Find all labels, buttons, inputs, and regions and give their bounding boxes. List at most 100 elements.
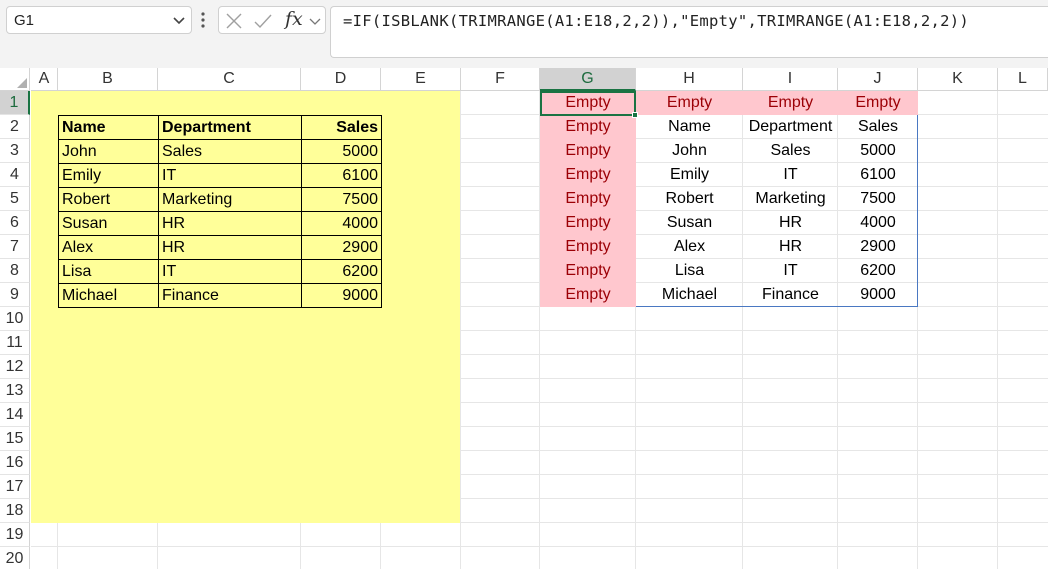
cancel-icon[interactable] [225, 13, 243, 29]
source-cell[interactable]: Sales [158, 139, 302, 164]
source-cell[interactable]: Finance [158, 283, 302, 308]
source-cell[interactable]: Alex [58, 235, 159, 260]
column-header-g[interactable]: G [540, 68, 636, 91]
row-header-9[interactable]: 9 [0, 283, 30, 307]
row-header-10[interactable]: 10 [0, 307, 30, 331]
source-cell[interactable]: John [58, 139, 159, 164]
source-cell[interactable]: IT [158, 259, 302, 284]
source-cell[interactable]: HR [158, 235, 302, 260]
row-header-7[interactable]: 7 [0, 235, 30, 259]
column-header-k[interactable]: K [918, 68, 998, 91]
empty-cell[interactable]: Empty [540, 259, 636, 283]
spill-cell[interactable]: Finance [743, 283, 838, 307]
formula-input[interactable]: =IF(ISBLANK(TRIMRANGE(A1:E18,2,2)),"Empt… [330, 6, 1048, 58]
empty-cell[interactable]: Empty [540, 283, 636, 307]
spill-cell[interactable]: IT [743, 163, 838, 187]
spill-cell[interactable]: 4000 [838, 211, 918, 235]
source-cell[interactable]: IT [158, 163, 302, 188]
source-header-cell[interactable]: Department [158, 115, 302, 140]
spill-cell[interactable]: HR [743, 211, 838, 235]
spill-cell[interactable]: 9000 [838, 283, 918, 307]
row-header-18[interactable]: 18 [0, 499, 30, 523]
more-options-icon[interactable] [198, 10, 208, 30]
name-box[interactable]: G1 [6, 6, 192, 34]
row-header-20[interactable]: 20 [0, 547, 30, 569]
spill-cell[interactable]: IT [743, 259, 838, 283]
source-cell[interactable]: 6100 [301, 163, 382, 188]
source-cell[interactable]: HR [158, 211, 302, 236]
row-header-14[interactable]: 14 [0, 403, 30, 427]
source-cell[interactable]: 2900 [301, 235, 382, 260]
empty-cell[interactable]: Empty [636, 91, 743, 115]
spill-cell[interactable]: 6200 [838, 259, 918, 283]
column-header-j[interactable]: J [838, 68, 918, 91]
spill-cell[interactable]: Alex [636, 235, 743, 259]
source-cell[interactable]: Lisa [58, 259, 159, 284]
column-header-b[interactable]: B [58, 68, 158, 91]
insert-function-icon[interactable]: fx [285, 8, 303, 30]
source-cell[interactable]: Michael [58, 283, 159, 308]
spill-cell[interactable]: Susan [636, 211, 743, 235]
row-header-5[interactable]: 5 [0, 187, 30, 211]
source-cell[interactable]: Marketing [158, 187, 302, 212]
column-header-f[interactable]: F [461, 68, 540, 91]
source-cell[interactable]: Robert [58, 187, 159, 212]
chevron-down-icon[interactable] [309, 17, 321, 26]
empty-cell[interactable]: Empty [540, 211, 636, 235]
row-header-11[interactable]: 11 [0, 331, 30, 355]
column-header-l[interactable]: L [998, 68, 1048, 91]
row-header-3[interactable]: 3 [0, 139, 30, 163]
source-header-cell[interactable]: Name [58, 115, 159, 140]
worksheet-grid[interactable]: A B C D E F G H I J K L 1 2 3 4 5 6 7 8 9 10 11 12 13 14 15 16 17 18 1… [0, 68, 1048, 569]
spill-cell[interactable]: Name [636, 115, 743, 139]
row-header-15[interactable]: 15 [0, 427, 30, 451]
source-cell[interactable]: 4000 [301, 211, 382, 236]
source-cell[interactable]: Susan [58, 211, 159, 236]
source-header-cell[interactable]: Sales [301, 115, 382, 140]
source-cell[interactable]: Emily [58, 163, 159, 188]
empty-cell[interactable]: Empty [540, 115, 636, 139]
spill-cell[interactable]: 2900 [838, 235, 918, 259]
row-header-12[interactable]: 12 [0, 355, 30, 379]
row-header-19[interactable]: 19 [0, 523, 30, 547]
row-header-17[interactable]: 17 [0, 475, 30, 499]
spill-cell[interactable]: HR [743, 235, 838, 259]
empty-cell[interactable]: Empty [540, 235, 636, 259]
row-header-1[interactable]: 1 [0, 91, 30, 115]
empty-cell[interactable]: Empty [540, 187, 636, 211]
row-header-4[interactable]: 4 [0, 163, 30, 187]
spill-cell[interactable]: Sales [743, 139, 838, 163]
empty-cell[interactable]: Empty [838, 91, 918, 115]
spill-cell[interactable]: 5000 [838, 139, 918, 163]
spill-cell[interactable]: Department [743, 115, 838, 139]
column-header-e[interactable]: E [381, 68, 461, 91]
chevron-down-icon[interactable] [172, 15, 186, 27]
row-header-6[interactable]: 6 [0, 211, 30, 235]
empty-cell[interactable]: Empty [743, 91, 838, 115]
column-header-d[interactable]: D [301, 68, 381, 91]
row-header-2[interactable]: 2 [0, 115, 30, 139]
spill-cell[interactable]: John [636, 139, 743, 163]
enter-check-icon[interactable] [253, 13, 273, 29]
active-cell-selection[interactable] [540, 91, 638, 118]
row-header-8[interactable]: 8 [0, 259, 30, 283]
source-cell[interactable]: 9000 [301, 283, 382, 308]
spill-cell[interactable]: 7500 [838, 187, 918, 211]
spill-cell[interactable]: Robert [636, 187, 743, 211]
empty-cell[interactable]: Empty [540, 163, 636, 187]
source-cell[interactable]: 6200 [301, 259, 382, 284]
spill-cell[interactable]: Marketing [743, 187, 838, 211]
row-header-16[interactable]: 16 [0, 451, 30, 475]
spill-cell[interactable]: Sales [838, 115, 918, 139]
fill-handle[interactable] [632, 112, 638, 118]
spill-cell[interactable]: 6100 [838, 163, 918, 187]
spill-cell[interactable]: Emily [636, 163, 743, 187]
column-header-i[interactable]: I [743, 68, 838, 91]
spill-cell[interactable]: Lisa [636, 259, 743, 283]
spill-cell[interactable]: Michael [636, 283, 743, 307]
column-header-c[interactable]: C [158, 68, 301, 91]
empty-cell[interactable]: Empty [540, 139, 636, 163]
source-cell[interactable]: 7500 [301, 187, 382, 212]
source-cell[interactable]: 5000 [301, 139, 382, 164]
column-header-h[interactable]: H [636, 68, 743, 91]
